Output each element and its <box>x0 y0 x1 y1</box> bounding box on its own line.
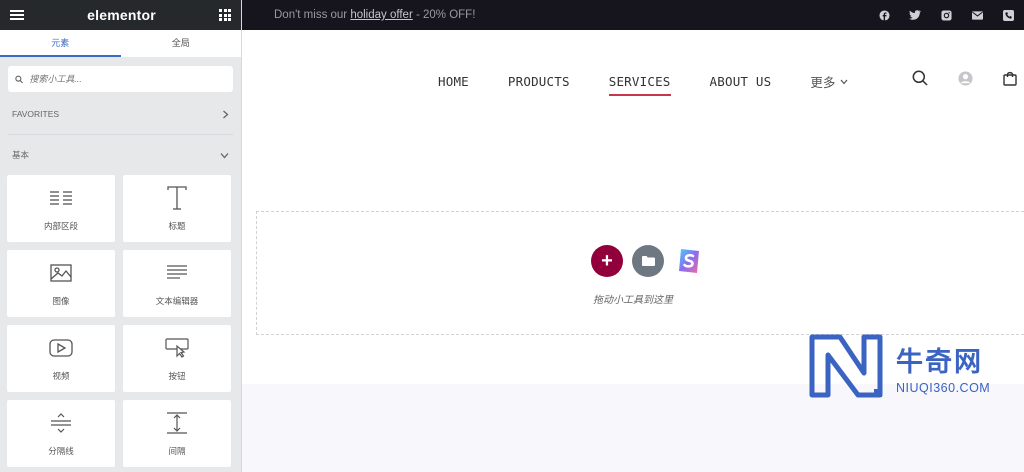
add-template-button[interactable] <box>632 245 664 277</box>
button-icon <box>165 336 189 360</box>
tab-elements[interactable]: 元素 <box>0 30 121 57</box>
panel-tabs: 元素 全局 <box>0 30 241 57</box>
plus-icon: + <box>601 250 613 272</box>
widget-label: 分隔线 <box>48 445 74 456</box>
add-section-button[interactable]: + <box>591 245 623 277</box>
nav-services[interactable]: SERVICES <box>608 74 671 96</box>
promo-topbar: Don't miss our holiday offer - 20% OFF! <box>242 0 1024 30</box>
hamburger-menu-icon[interactable] <box>10 10 24 20</box>
spacer-icon <box>166 411 188 435</box>
page-canvas: HOME PRODUCTS SERVICES ABOUT US 更多 + 拖动小… <box>242 30 1024 472</box>
watermark-domain: NIUQI360.COM <box>896 380 991 395</box>
nav-about-us[interactable]: ABOUT US <box>710 74 772 89</box>
chevron-down-icon <box>840 79 848 84</box>
favorites-label: FAVORITES <box>12 109 60 119</box>
nav-products[interactable]: PRODUCTS <box>508 74 570 89</box>
widget-video[interactable]: 视频 <box>7 325 115 392</box>
widget-label: 视频 <box>52 370 70 381</box>
apps-grid-icon[interactable] <box>219 9 231 21</box>
video-icon <box>49 336 73 360</box>
widget-label: 文本编辑器 <box>155 295 199 306</box>
elementor-panel: elementor 元素 全局 FAVORITES 基本 内部区段 标题 <box>0 0 242 472</box>
phone-icon[interactable] <box>1002 9 1014 21</box>
search-icon[interactable] <box>912 70 928 91</box>
search-input[interactable] <box>29 74 226 84</box>
dropzone-buttons: + <box>591 245 705 277</box>
nav-more[interactable]: 更多 <box>810 72 848 91</box>
nav-home[interactable]: HOME <box>438 74 469 89</box>
search-icon <box>15 75 23 83</box>
folder-icon <box>641 256 655 266</box>
widget-text-editor[interactable]: 文本编辑器 <box>123 250 231 317</box>
text-editor-icon <box>166 261 188 285</box>
empty-section-dropzone[interactable]: + 拖动小工具到这里 <box>256 211 1024 335</box>
widget-inner-section[interactable]: 内部区段 <box>7 175 115 242</box>
divider-icon <box>50 411 72 435</box>
chevron-down-icon <box>220 152 229 158</box>
elementor-logo: elementor <box>87 7 156 23</box>
niuqi-watermark: 牛奇网 NIUQI360.COM <box>808 333 990 401</box>
chevron-right-icon <box>223 110 229 118</box>
dropzone-hint-text: 拖动小工具到这里 <box>593 295 673 306</box>
panel-header: elementor <box>0 0 241 30</box>
widget-label: 间隔 <box>168 445 186 456</box>
widget-spacer[interactable]: 间隔 <box>123 400 231 467</box>
widget-label: 图像 <box>52 295 70 306</box>
starter-templates-button[interactable] <box>673 245 705 277</box>
widget-divider[interactable]: 分隔线 <box>7 400 115 467</box>
dropzone-hint: 拖动小工具到这里 <box>257 291 1024 306</box>
user-avatar-icon[interactable] <box>958 70 973 91</box>
social-links <box>878 0 1014 30</box>
promo-suffix: - 20% OFF! <box>412 9 476 21</box>
widget-label: 按钮 <box>168 370 186 381</box>
watermark-title: 牛奇网 <box>896 346 983 378</box>
heading-icon <box>167 185 187 210</box>
widget-image[interactable]: 图像 <box>7 250 115 317</box>
promo-prefix: Don't miss our <box>274 9 351 21</box>
niuqi-logo-icon <box>809 334 883 398</box>
twitter-icon[interactable] <box>909 9 921 21</box>
promo-text: Don't miss our holiday offer - 20% OFF! <box>274 9 475 21</box>
favorites-section[interactable]: FAVORITES <box>0 94 241 134</box>
widget-search[interactable] <box>8 66 233 92</box>
widget-label: 标题 <box>168 220 186 231</box>
basic-section[interactable]: 基本 <box>0 135 241 175</box>
widget-button[interactable]: 按钮 <box>123 325 231 392</box>
facebook-icon[interactable] <box>878 9 890 21</box>
widget-heading[interactable]: 标题 <box>123 175 231 242</box>
widget-grid: 内部区段 标题 图像 文本编辑器 视频 按钮 分隔线 间隔 <box>0 175 241 467</box>
widget-label: 内部区段 <box>43 220 78 231</box>
basic-label: 基本 <box>12 150 30 160</box>
shopping-bag-icon[interactable] <box>1003 71 1017 91</box>
starter-templates-logo-icon <box>679 249 699 273</box>
main-navigation: HOME PRODUCTS SERVICES ABOUT US 更多 <box>438 72 848 96</box>
promo-link[interactable]: holiday offer <box>350 9 412 21</box>
instagram-icon[interactable] <box>940 9 952 21</box>
image-icon <box>50 261 72 285</box>
header-icons <box>912 70 1017 91</box>
tab-global[interactable]: 全局 <box>121 30 242 57</box>
mail-icon[interactable] <box>971 9 983 21</box>
watermark-text: 牛奇网 NIUQI360.COM <box>896 340 990 395</box>
nav-more-label: 更多 <box>810 75 836 90</box>
inner-section-icon <box>49 186 73 210</box>
